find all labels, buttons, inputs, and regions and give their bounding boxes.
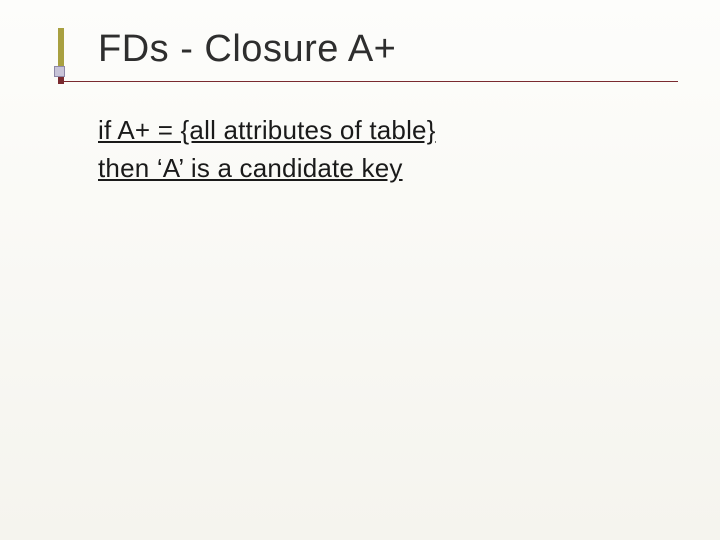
body-line-1: if A+ = {all attributes of table}: [98, 112, 720, 150]
body-line-2: then ‘A’ is a candidate key: [98, 150, 720, 188]
slide-title: FDs - Closure A+: [58, 28, 678, 82]
slide-body: if A+ = {all attributes of table} then ‘…: [98, 112, 720, 187]
title-block: FDs - Closure A+: [58, 28, 720, 82]
accent-decoration-icon: [58, 28, 70, 84]
slide: FDs - Closure A+ if A+ = {all attributes…: [0, 0, 720, 540]
